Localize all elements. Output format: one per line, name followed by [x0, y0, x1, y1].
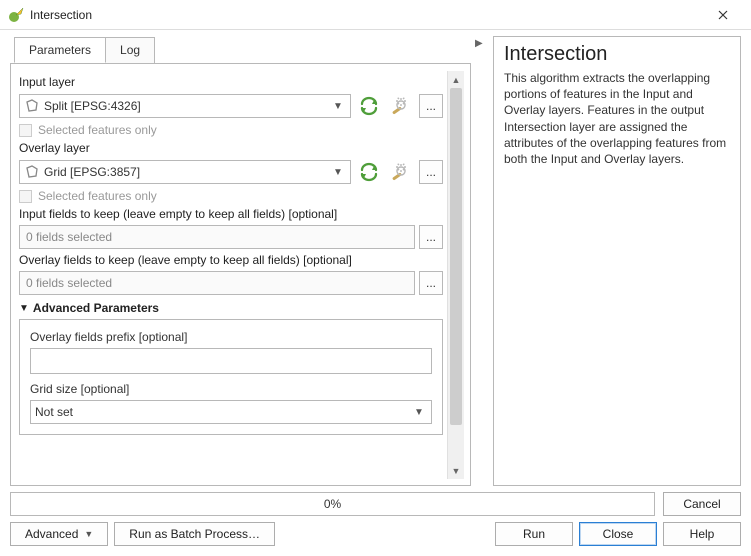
tab-log[interactable]: Log [105, 37, 155, 63]
close-button[interactable] [703, 0, 743, 30]
browse-input-button[interactable]: ... [419, 94, 443, 118]
scroll-up-button[interactable]: ▲ [448, 71, 464, 88]
overlay-selected-only-label: Selected features only [38, 189, 157, 203]
overlay-fields-label: Overlay fields to keep (leave empty to k… [19, 253, 443, 267]
app-icon [8, 7, 24, 23]
advanced-parameters-group: Overlay fields prefix [optional] Grid si… [19, 319, 443, 435]
choose-input-fields-button[interactable]: ... [419, 225, 443, 249]
advanced-parameters-label: Advanced Parameters [33, 301, 159, 315]
iterate-button[interactable] [355, 93, 383, 119]
chevron-down-icon: ▼ [330, 167, 346, 178]
help-title: Intersection [504, 43, 730, 66]
grid-size-select[interactable]: Not set ▼ [30, 400, 432, 424]
window-title: Intersection [30, 8, 703, 22]
run-button[interactable]: Run [495, 522, 573, 546]
splitter[interactable]: ▶ [477, 36, 487, 486]
settings-button[interactable] [387, 93, 415, 119]
grid-size-label: Grid size [optional] [30, 382, 432, 396]
checkbox-icon [19, 190, 32, 203]
overlay-prefix-label: Overlay fields prefix [optional] [30, 330, 432, 344]
chevron-down-icon: ▼ [84, 529, 93, 539]
cancel-button[interactable]: Cancel [663, 492, 741, 516]
collapse-arrow-icon: ▶ [475, 38, 483, 49]
polygon-icon [24, 164, 40, 180]
progress-text: 0% [324, 497, 341, 511]
scroll-track[interactable] [448, 88, 464, 462]
overlay-fields-value: 0 fields selected [19, 271, 415, 295]
overlay-layer-value: Grid [EPSG:3857] [44, 165, 330, 179]
overlay-layer-select[interactable]: Grid [EPSG:3857] ▼ [19, 160, 351, 184]
scroll-thumb[interactable] [450, 88, 462, 425]
titlebar: Intersection [0, 0, 751, 30]
triangle-down-icon: ▼ [19, 303, 29, 314]
overlay-layer-label: Overlay layer [19, 141, 443, 155]
help-body: This algorithm extracts the overlapping … [504, 70, 730, 167]
overlay-selected-only-checkbox[interactable]: Selected features only [19, 189, 443, 203]
scrollbar[interactable]: ▲ ▼ [447, 71, 464, 479]
checkbox-icon [19, 124, 32, 137]
input-layer-select[interactable]: Split [EPSG:4326] ▼ [19, 94, 351, 118]
input-selected-only-label: Selected features only [38, 123, 157, 137]
iterate-button[interactable] [355, 159, 383, 185]
settings-button[interactable] [387, 159, 415, 185]
scroll-down-button[interactable]: ▼ [448, 462, 464, 479]
input-fields-label: Input fields to keep (leave empty to kee… [19, 207, 443, 221]
input-layer-value: Split [EPSG:4326] [44, 99, 330, 113]
overlay-prefix-input[interactable] [30, 348, 432, 374]
help-panel: Intersection This algorithm extracts the… [493, 36, 741, 486]
polygon-icon [24, 98, 40, 114]
advanced-button-label: Advanced [25, 527, 78, 541]
input-fields-value: 0 fields selected [19, 225, 415, 249]
tab-parameters[interactable]: Parameters [14, 37, 106, 63]
advanced-button[interactable]: Advanced ▼ [10, 522, 108, 546]
run-batch-button[interactable]: Run as Batch Process… [114, 522, 275, 546]
choose-overlay-fields-button[interactable]: ... [419, 271, 443, 295]
chevron-down-icon: ▼ [330, 101, 346, 112]
tab-bar: Parameters Log [10, 37, 471, 64]
input-selected-only-checkbox[interactable]: Selected features only [19, 123, 443, 137]
chevron-down-icon: ▼ [411, 407, 427, 418]
help-button[interactable]: Help [663, 522, 741, 546]
browse-overlay-button[interactable]: ... [419, 160, 443, 184]
advanced-parameters-toggle[interactable]: ▼ Advanced Parameters [19, 301, 443, 315]
progress-bar: 0% [10, 492, 655, 516]
grid-size-value: Not set [35, 405, 411, 419]
close-dialog-button[interactable]: Close [579, 522, 657, 546]
input-layer-label: Input layer [19, 75, 443, 89]
